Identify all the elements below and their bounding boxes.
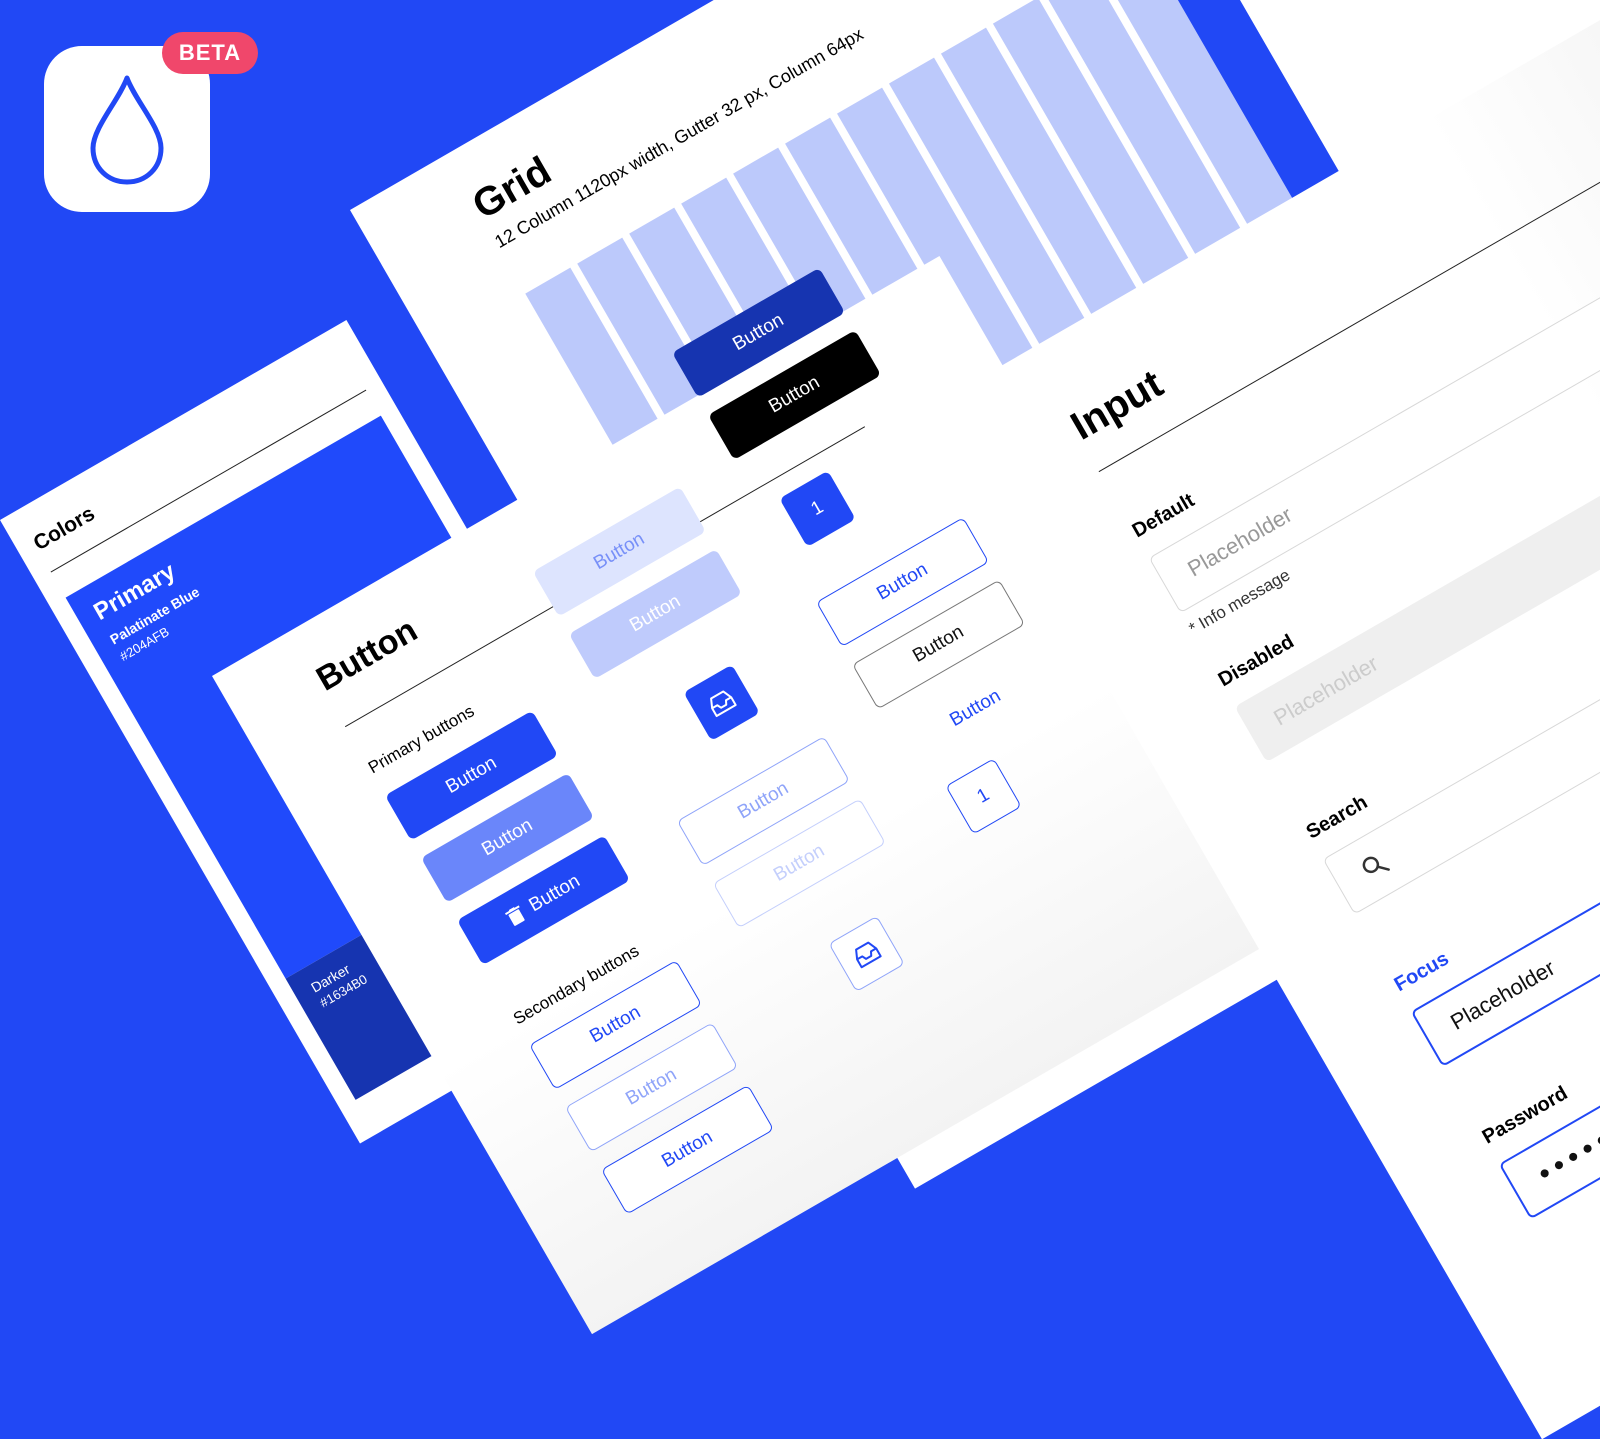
- beta-badge: BETA: [162, 32, 258, 74]
- inbox-icon: [705, 687, 739, 719]
- primary-number-button[interactable]: 1: [779, 470, 856, 548]
- primary-button-with-icon-label: Button: [525, 870, 584, 917]
- colors-title: Colors: [29, 501, 99, 556]
- inbox-icon: [850, 938, 884, 970]
- secondary-number-button[interactable]: 1: [945, 758, 1022, 835]
- button-title: Button: [309, 610, 424, 699]
- drop-icon: [89, 74, 165, 186]
- secondary-icon-button[interactable]: [828, 915, 905, 993]
- search-icon: [1357, 848, 1393, 884]
- primary-icon-button[interactable]: [683, 664, 760, 742]
- input-title: Input: [1063, 361, 1171, 449]
- trash-icon: [504, 905, 527, 929]
- focus-label: Focus: [1390, 947, 1453, 997]
